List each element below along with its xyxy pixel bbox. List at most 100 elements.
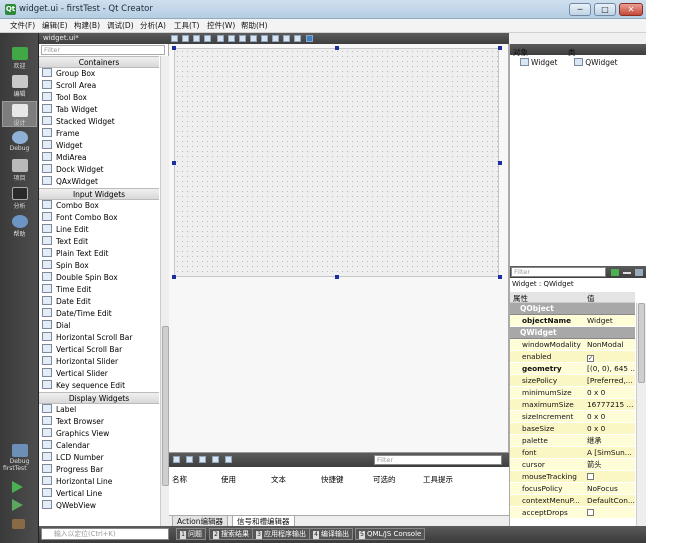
menu-build[interactable]: 构建(B) bbox=[72, 20, 102, 32]
property-row[interactable]: acceptDrops bbox=[510, 507, 635, 519]
resize-handle[interactable] bbox=[172, 46, 176, 50]
widget-list-item[interactable]: Group Box bbox=[39, 68, 159, 80]
object-row[interactable]: Widget QWidget bbox=[520, 58, 618, 67]
debug-run-icon[interactable] bbox=[12, 499, 23, 511]
property-row[interactable]: baseSize 0 x 0 bbox=[510, 423, 635, 435]
resize-handle[interactable] bbox=[335, 275, 339, 279]
mode-help[interactable]: 帮助 bbox=[2, 213, 37, 239]
menu-file[interactable]: 文件(F) bbox=[8, 20, 37, 32]
issues-pane-button[interactable]: 1 问题 bbox=[176, 528, 206, 540]
new-action-icon[interactable] bbox=[173, 456, 180, 463]
widget-list-item[interactable]: Graphics View bbox=[39, 428, 159, 440]
build-hammer-icon[interactable] bbox=[12, 519, 25, 529]
menu-analyze[interactable]: 分析(A) bbox=[138, 20, 168, 32]
widget-list-item[interactable]: Spin Box bbox=[39, 260, 159, 272]
widget-filter-input[interactable]: Filter bbox=[41, 45, 165, 55]
search-results-pane-button[interactable]: 2 搜索结果 bbox=[209, 528, 253, 540]
widget-list-item[interactable]: Text Browser bbox=[39, 416, 159, 428]
widget-list-item[interactable]: Stacked Widget bbox=[39, 116, 159, 128]
property-row[interactable]: cursor 箭头 bbox=[510, 459, 635, 471]
layout-form-icon[interactable] bbox=[261, 35, 268, 42]
adjust-size-icon[interactable] bbox=[294, 35, 301, 42]
property-value[interactable]: DefaultCon... bbox=[587, 496, 635, 505]
widget-list-item[interactable]: Plain Text Edit bbox=[39, 248, 159, 260]
widget-list-item[interactable]: Vertical Scroll Bar bbox=[39, 344, 159, 356]
property-row[interactable]: geometry [(0, 0), 645 ... bbox=[510, 363, 635, 375]
scrollbar-thumb[interactable] bbox=[162, 326, 169, 486]
resize-handle[interactable] bbox=[498, 161, 502, 165]
widget-list-item[interactable]: Line Edit bbox=[39, 224, 159, 236]
widget-list-item[interactable]: Font Combo Box bbox=[39, 212, 159, 224]
property-value[interactable] bbox=[587, 508, 635, 517]
close-button[interactable]: ✕ bbox=[619, 3, 643, 16]
widget-category-header[interactable]: Containers bbox=[39, 56, 159, 68]
property-value[interactable]: NoFocus bbox=[587, 484, 635, 493]
widget-list-item[interactable]: Text Edit bbox=[39, 236, 159, 248]
property-value[interactable]: 0 x 0 bbox=[587, 388, 635, 397]
property-group-header[interactable]: QObject bbox=[510, 303, 635, 315]
configure-property-icon[interactable] bbox=[635, 269, 643, 276]
build-config-selector[interactable]: Debug bbox=[2, 442, 37, 468]
widget-list-item[interactable]: Frame bbox=[39, 128, 159, 140]
remove-dynamic-property-icon[interactable] bbox=[623, 272, 631, 274]
widget-list-item[interactable]: Vertical Line bbox=[39, 488, 159, 500]
property-value[interactable]: [(0, 0), 645 ... bbox=[587, 364, 635, 373]
widget-list-item[interactable]: Label bbox=[39, 404, 159, 416]
edit-tab-order-icon[interactable] bbox=[204, 35, 211, 42]
qml-console-pane-button[interactable]: 5 QML/JS Console bbox=[355, 528, 426, 540]
property-row[interactable]: objectName Widget bbox=[510, 315, 635, 327]
property-checkbox[interactable]: ✓ bbox=[587, 355, 594, 362]
menu-tools[interactable]: 工具(T) bbox=[172, 20, 201, 32]
copy-action-icon[interactable] bbox=[186, 456, 193, 463]
property-row[interactable]: sizePolicy [Preferred,... bbox=[510, 375, 635, 387]
edit-widgets-icon[interactable] bbox=[171, 35, 178, 42]
edit-buddies-icon[interactable] bbox=[193, 35, 200, 42]
mode-debug[interactable]: Debug bbox=[2, 129, 37, 155]
layout-splitter-v-icon[interactable] bbox=[250, 35, 257, 42]
property-row[interactable]: contextMenuP... DefaultCon... bbox=[510, 495, 635, 507]
widget-list-scrollbar[interactable] bbox=[160, 56, 169, 526]
form-canvas[interactable] bbox=[174, 48, 499, 277]
property-row[interactable]: font A [SimSun... bbox=[510, 447, 635, 459]
property-value[interactable]: A [SimSun... bbox=[587, 448, 635, 457]
property-value[interactable]: Widget bbox=[587, 316, 635, 325]
property-row[interactable]: maximumSize 16777215 ... bbox=[510, 399, 635, 411]
run-icon[interactable] bbox=[12, 481, 23, 493]
widget-list-item[interactable]: Horizontal Slider bbox=[39, 356, 159, 368]
widget-list-item[interactable]: Progress Bar bbox=[39, 464, 159, 476]
edit-signals-icon[interactable] bbox=[182, 35, 189, 42]
property-group-header[interactable]: QWidget bbox=[510, 327, 635, 339]
property-scrollbar[interactable] bbox=[636, 303, 646, 526]
widget-list-item[interactable]: Tool Box bbox=[39, 92, 159, 104]
property-row[interactable]: sizeIncrement 0 x 0 bbox=[510, 411, 635, 423]
break-layout-icon[interactable] bbox=[283, 35, 290, 42]
paste-action-icon[interactable] bbox=[199, 456, 206, 463]
property-row[interactable]: enabled ✓ bbox=[510, 351, 635, 363]
widget-list-item[interactable]: QAxWidget bbox=[39, 176, 159, 188]
scrollbar-thumb[interactable] bbox=[638, 303, 645, 383]
property-row[interactable]: windowModality NonModal bbox=[510, 339, 635, 351]
widget-list-item[interactable]: Calendar bbox=[39, 440, 159, 452]
property-row[interactable]: palette 继承 bbox=[510, 435, 635, 447]
widget-list-item[interactable]: Widget bbox=[39, 140, 159, 152]
compile-output-pane-button[interactable]: 4 编译输出 bbox=[309, 528, 353, 540]
property-value[interactable]: 0 x 0 bbox=[587, 424, 635, 433]
mode-design[interactable]: 设计 bbox=[2, 101, 37, 127]
property-value[interactable]: 0 x 0 bbox=[587, 412, 635, 421]
widget-list-item[interactable]: Key sequence Edit bbox=[39, 380, 159, 392]
mode-edit[interactable]: 编辑 bbox=[2, 73, 37, 99]
layout-grid-icon[interactable] bbox=[272, 35, 279, 42]
widget-category-header[interactable]: Input Widgets bbox=[39, 188, 159, 200]
resize-handle[interactable] bbox=[498, 275, 502, 279]
widget-list-item[interactable]: QWebView bbox=[39, 500, 159, 512]
property-value[interactable]: 16777215 ... bbox=[587, 400, 635, 409]
property-row[interactable]: focusPolicy NoFocus bbox=[510, 483, 635, 495]
property-value[interactable]: ✓ bbox=[587, 352, 635, 362]
widget-category-header[interactable]: Display Widgets bbox=[39, 392, 159, 404]
maximize-button[interactable]: □ bbox=[594, 3, 616, 16]
minimize-button[interactable]: ─ bbox=[569, 3, 591, 16]
menu-debug[interactable]: 调试(D) bbox=[105, 20, 136, 32]
app-output-pane-button[interactable]: 3 应用程序输出 bbox=[252, 528, 310, 540]
locator-input[interactable]: 输入以定位(Ctrl+K) bbox=[41, 528, 169, 540]
layout-splitter-h-icon[interactable] bbox=[239, 35, 246, 42]
